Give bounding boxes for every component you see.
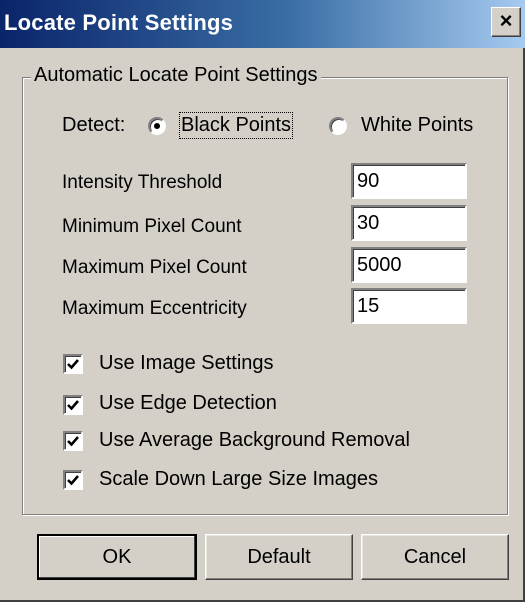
use-image-settings-label[interactable]: Use Image Settings: [99, 352, 274, 375]
checkmark-icon: [67, 400, 79, 411]
close-icon: ×: [499, 8, 513, 33]
detect-label: Detect:: [62, 114, 126, 136]
window-title: Locate Point Settings: [4, 10, 234, 35]
title-bar[interactable]: Locate Point Settings ×: [0, 0, 525, 48]
close-button[interactable]: ×: [491, 7, 521, 37]
checkmark-icon: [67, 475, 79, 486]
scale-down-large-images-checkbox[interactable]: [63, 470, 83, 490]
maximum-eccentricity-input[interactable]: [351, 288, 467, 324]
maximum-pixel-count-label: Maximum Pixel Count: [62, 257, 247, 278]
minimum-pixel-count-label: Minimum Pixel Count: [62, 216, 242, 237]
black-points-radio[interactable]: [148, 117, 166, 135]
minimum-pixel-count-input[interactable]: [351, 205, 467, 241]
white-points-label[interactable]: White Points: [361, 114, 473, 137]
use-edge-detection-checkbox[interactable]: [63, 395, 83, 415]
maximum-pixel-count-input[interactable]: [351, 247, 467, 283]
ok-button[interactable]: OK: [37, 534, 197, 580]
checkmark-icon: [67, 436, 79, 447]
cancel-button[interactable]: Cancel: [361, 534, 509, 580]
intensity-threshold-label: Intensity Threshold: [62, 172, 223, 193]
radio-selected-dot: [154, 123, 160, 129]
checkmark-icon: [67, 359, 79, 370]
group-legend: Automatic Locate Point Settings: [31, 64, 321, 87]
use-average-background-removal-checkbox[interactable]: [63, 431, 83, 451]
white-points-radio[interactable]: [329, 117, 347, 135]
locate-point-settings-dialog: Locate Point Settings × Automatic Locate…: [0, 0, 525, 602]
use-average-background-removal-label[interactable]: Use Average Background Removal: [99, 429, 410, 452]
default-button[interactable]: Default: [205, 534, 353, 580]
use-edge-detection-label[interactable]: Use Edge Detection: [99, 392, 277, 415]
intensity-threshold-input[interactable]: [351, 163, 467, 199]
scale-down-large-images-label[interactable]: Scale Down Large Size Images: [99, 468, 378, 491]
black-points-label[interactable]: Black Points: [178, 112, 294, 139]
use-image-settings-checkbox[interactable]: [63, 354, 83, 374]
maximum-eccentricity-label: Maximum Eccentricity: [62, 298, 247, 319]
